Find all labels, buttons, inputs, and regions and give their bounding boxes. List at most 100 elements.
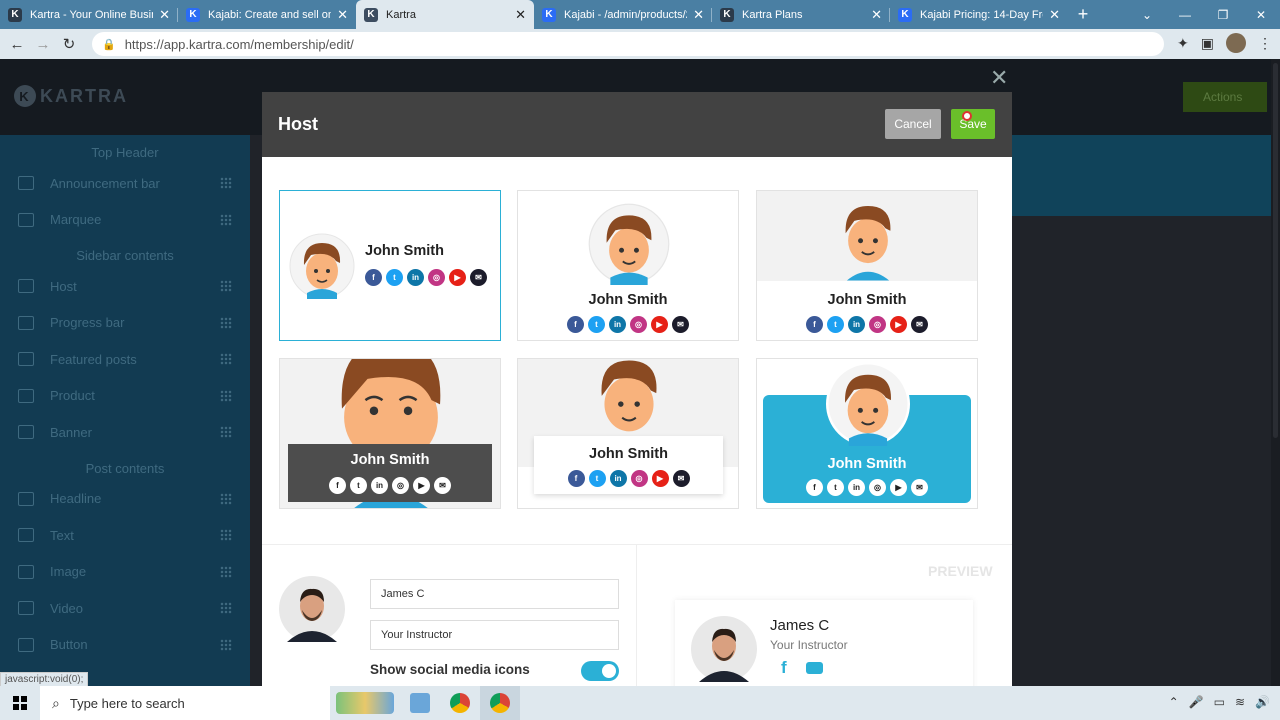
- save-button[interactable]: Save: [951, 109, 995, 139]
- sidebar-item-banner[interactable]: Banner: [0, 414, 250, 451]
- instagram-icon: ◎: [630, 470, 648, 487]
- taskbar-search[interactable]: ⌕ Type here to search: [40, 686, 330, 720]
- sidebar-item-button[interactable]: Button: [0, 627, 250, 664]
- browser-tab[interactable]: K Kajabi Pricing: 14-Day Free ✕: [890, 0, 1068, 29]
- host-template-5[interactable]: John Smith f t in ◎ ▶ ✉: [517, 358, 739, 509]
- social-icons-toggle[interactable]: [581, 661, 619, 681]
- back-icon[interactable]: ←: [4, 36, 30, 53]
- sidebar-item-product[interactable]: Product: [0, 378, 250, 415]
- taskbar-app-files[interactable]: [400, 686, 440, 720]
- facebook-icon[interactable]: f: [781, 658, 787, 678]
- extensions-icon[interactable]: ✦: [1177, 35, 1189, 52]
- email-icon: ✉: [470, 269, 487, 286]
- close-tab-icon[interactable]: ✕: [1049, 7, 1060, 23]
- close-window-icon[interactable]: ✕: [1242, 0, 1280, 29]
- preview-card: James C Your Instructor f: [675, 600, 973, 686]
- host-name-input[interactable]: James C: [370, 579, 619, 609]
- minimize-icon[interactable]: —: [1166, 0, 1204, 29]
- tab-search-icon[interactable]: ⌄: [1128, 0, 1166, 29]
- wifi-icon[interactable]: ≋: [1235, 695, 1245, 709]
- scrollbar[interactable]: [1271, 59, 1280, 686]
- user-icon: [18, 279, 34, 294]
- drag-handle-icon[interactable]: [220, 177, 232, 190]
- battery-icon[interactable]: ▭: [1214, 695, 1225, 709]
- drag-handle-icon[interactable]: [220, 280, 232, 293]
- reload-icon[interactable]: ↻: [56, 35, 82, 53]
- youtube-icon: ▶: [449, 269, 466, 286]
- drag-handle-icon[interactable]: [220, 529, 232, 542]
- browser-tab[interactable]: K Kartra - Your Online Busine ✕: [0, 0, 178, 29]
- announcement-icon: [18, 176, 34, 191]
- sidebar-item-host[interactable]: Host: [0, 268, 250, 305]
- avatar: [601, 360, 657, 432]
- menu-icon[interactable]: ⋮: [1258, 35, 1272, 52]
- kajabi-favicon-icon: K: [186, 7, 200, 22]
- host-template-2[interactable]: John Smith f t in ◎ ▶ ✉: [517, 190, 739, 341]
- browser-tab[interactable]: K Kajabi - /admin/products/2 ✕: [534, 0, 712, 29]
- close-tab-icon[interactable]: ✕: [871, 7, 882, 23]
- sidebar-item-featured-posts[interactable]: Featured posts: [0, 341, 250, 378]
- sidebar-item-text[interactable]: Text: [0, 517, 250, 554]
- close-tab-icon[interactable]: ✕: [693, 7, 704, 23]
- browser-tab[interactable]: KKajabi: Create and sell onlin✕: [178, 0, 356, 29]
- new-tab-button[interactable]: +: [1068, 0, 1098, 29]
- social-toggle-label: Show social media icons: [370, 662, 530, 677]
- maximize-icon[interactable]: ❐: [1204, 0, 1242, 29]
- windows-taskbar: ⌕ Type here to search ⌃ 🎤 ▭ ≋ 🔊: [0, 686, 1280, 720]
- close-tab-icon[interactable]: ✕: [515, 7, 526, 23]
- drag-handle-icon[interactable]: [220, 492, 232, 505]
- taskbar-app-chrome[interactable]: [440, 686, 480, 720]
- taskbar-widget[interactable]: [330, 686, 400, 720]
- drag-handle-icon[interactable]: [220, 389, 232, 402]
- host-template-4[interactable]: John Smith f t in ◎ ▶ ✉: [279, 358, 501, 509]
- sidebar-item-marquee[interactable]: Marquee: [0, 202, 250, 239]
- sidebar-heading: Post contents: [85, 460, 165, 476]
- browser-tab-active[interactable]: K Kartra ✕: [356, 0, 534, 29]
- drag-handle-icon[interactable]: [220, 638, 232, 651]
- close-tab-icon[interactable]: ✕: [337, 7, 348, 23]
- cancel-button[interactable]: Cancel: [885, 109, 941, 139]
- drag-handle-icon[interactable]: [220, 316, 232, 329]
- host-template-1[interactable]: John Smith f t in ◎ ▶ ✉: [279, 190, 501, 341]
- kajabi-favicon-icon: K: [542, 7, 556, 22]
- host-template-6[interactable]: John Smith f t in ◎ ▶ ✉: [756, 358, 978, 509]
- close-modal-icon[interactable]: ✕: [990, 65, 1008, 91]
- actions-button[interactable]: Actions: [1183, 82, 1267, 112]
- sidebar-item-image[interactable]: Image: [0, 554, 250, 591]
- close-tab-icon[interactable]: ✕: [159, 7, 170, 23]
- youtube-icon[interactable]: [806, 662, 823, 674]
- host-title-input[interactable]: Your Instructor: [370, 620, 619, 650]
- address-bar[interactable]: 🔒 https://app.kartra.com/membership/edit…: [92, 32, 1164, 56]
- sidepanel-icon[interactable]: ▣: [1201, 35, 1214, 52]
- facebook-icon: f: [567, 316, 584, 333]
- profile-avatar[interactable]: [1226, 33, 1246, 53]
- browser-tab[interactable]: K Kartra Plans ✕: [712, 0, 890, 29]
- drag-handle-icon[interactable]: [220, 565, 232, 578]
- host-name: John Smith: [589, 446, 668, 462]
- taskbar-app-chrome-active[interactable]: [480, 686, 520, 720]
- window-controls: ⌄ — ❐ ✕: [1128, 0, 1280, 29]
- drag-handle-icon[interactable]: [220, 213, 232, 226]
- sidebar-item-video[interactable]: Video: [0, 590, 250, 627]
- volume-icon[interactable]: 🔊: [1255, 695, 1270, 709]
- host-template-3[interactable]: John Smith f t in ◎ ▶ ✉: [756, 190, 978, 341]
- host-photo[interactable]: [279, 576, 345, 642]
- status-bar-url: javascript:void(0);: [0, 672, 89, 687]
- sidebar-item-progress-bar[interactable]: Progress bar: [0, 305, 250, 342]
- video-icon: [18, 601, 34, 616]
- sidebar-item-headline[interactable]: Headline: [0, 481, 250, 518]
- chevron-up-icon[interactable]: ⌃: [1169, 695, 1179, 709]
- forward-icon[interactable]: →: [30, 36, 56, 53]
- twitter-icon: t: [588, 470, 606, 487]
- windows-start-button[interactable]: [0, 686, 40, 720]
- linkedin-icon: in: [848, 316, 865, 333]
- drag-handle-icon[interactable]: [220, 602, 232, 615]
- preview-name: James C: [770, 617, 830, 634]
- instagram-icon: ◎: [630, 316, 647, 333]
- modal-header: Host Cancel Save: [262, 92, 1012, 157]
- microphone-icon[interactable]: 🎤: [1189, 695, 1204, 709]
- sidebar-item-announcement-bar[interactable]: Announcement bar: [0, 165, 250, 202]
- drag-handle-icon[interactable]: [220, 426, 232, 439]
- drag-handle-icon[interactable]: [220, 353, 232, 366]
- host-name: John Smith: [588, 292, 668, 308]
